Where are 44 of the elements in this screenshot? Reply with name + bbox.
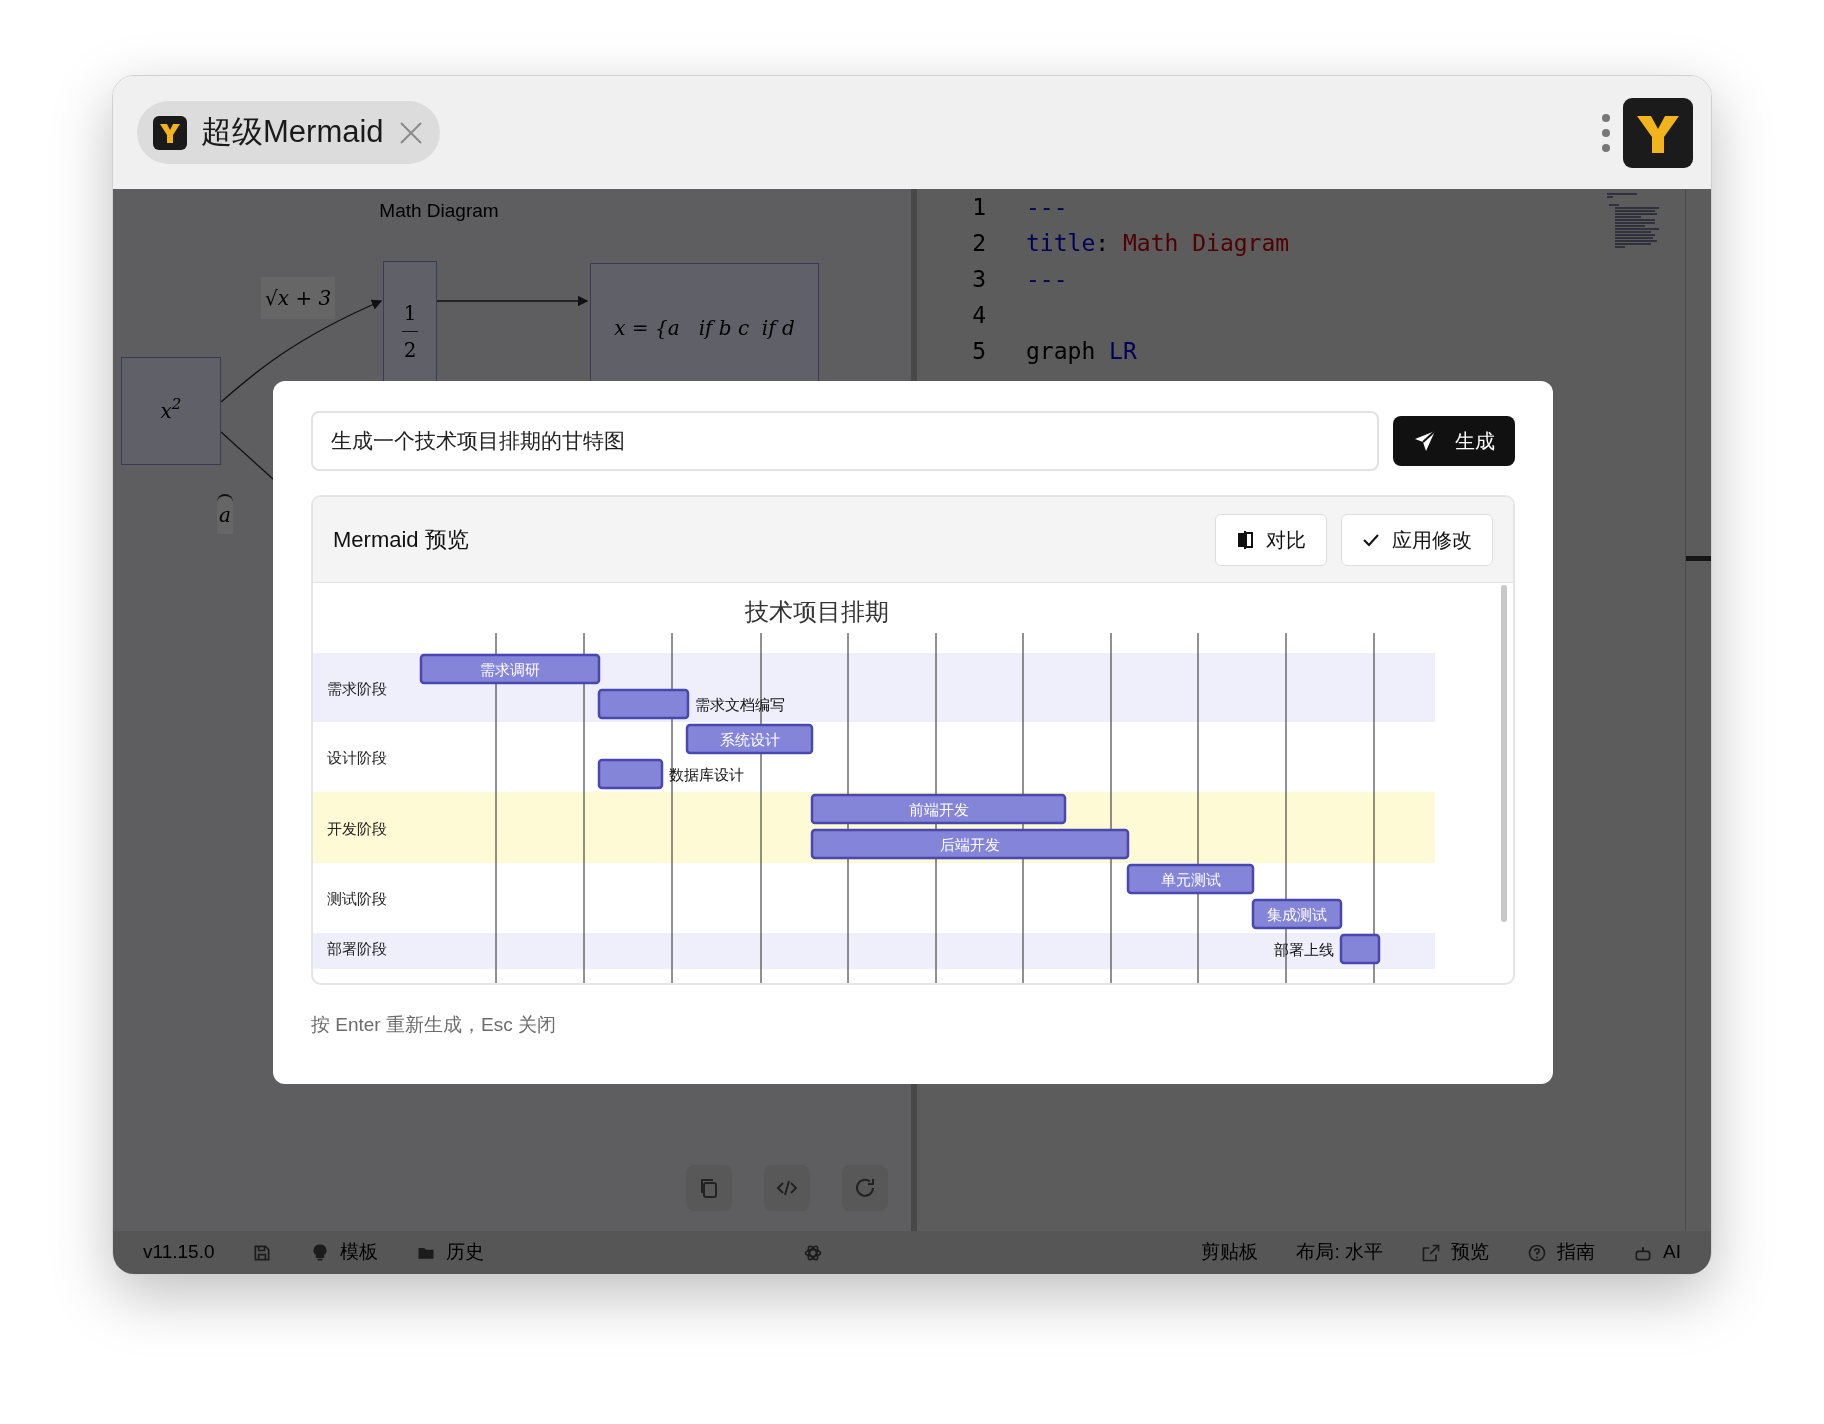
code-line: graph LR (1026, 336, 1137, 366)
section-label: 部署阶段 (327, 940, 387, 957)
task-label: 需求调研 (480, 661, 540, 678)
task-label: 部署上线 (1274, 941, 1334, 958)
line-number: 4 (971, 300, 986, 330)
section-label: 设计阶段 (327, 749, 387, 766)
compare-button[interactable]: 对比 (1215, 513, 1327, 566)
generate-button[interactable]: 生成 (1393, 416, 1515, 466)
task-label: 前端开发 (908, 801, 969, 818)
task-label: 单元测试 (1160, 871, 1221, 888)
task-label: 集成测试 (1267, 906, 1327, 923)
code-line: --- (1026, 264, 1068, 294)
hint-text: 按 Enter 重新生成，Esc 关闭 (311, 1013, 557, 1037)
task-label: 后端开发 (940, 836, 1000, 853)
line-number: 1 (971, 192, 986, 222)
status-item[interactable]: 历史 (446, 1238, 485, 1267)
status-item[interactable]: AI (1663, 1238, 1681, 1267)
diagram-node: x$^{2}$ (121, 357, 221, 465)
chart-title: 技术项目排期 (745, 598, 889, 625)
status-item[interactable]: 模板 (340, 1238, 379, 1267)
tab-title: 超级Mermaid (201, 113, 384, 152)
card-title: Mermaid 预览 (333, 526, 469, 554)
edge-label: a (217, 494, 233, 534)
line-number: 3 (971, 264, 986, 294)
section-label: 需求阶段 (327, 679, 387, 697)
section-label: 测试阶段 (327, 890, 387, 907)
status-item[interactable]: 剪贴板 (1201, 1238, 1259, 1267)
version-text: v11.15.0 (143, 1240, 215, 1265)
code-line: title: Math Diagram (1026, 228, 1290, 258)
edge-label: √x + 3 (261, 277, 336, 319)
prompt-field[interactable]: 生成一个技术项目排期的甘特图 (311, 411, 1379, 471)
apply-button[interactable]: 应用修改 (1341, 513, 1493, 566)
status-item[interactable]: 指南 (1557, 1238, 1596, 1267)
app-tab[interactable]: 超级Mermaid (137, 101, 440, 164)
task-label: 数据库设计 (669, 766, 744, 783)
code-line: --- (1026, 192, 1068, 222)
task-label: 系统设计 (719, 731, 780, 748)
status-item[interactable]: 布局: 水平 (1296, 1238, 1384, 1267)
status-item[interactable]: 预览 (1451, 1238, 1490, 1267)
task-label: 需求文档编写 (695, 696, 785, 713)
diagram-title: Math Diagram (378, 199, 500, 223)
line-number: 5 (971, 336, 986, 366)
section-label: 开发阶段 (327, 819, 387, 837)
line-number: 2 (971, 228, 986, 258)
